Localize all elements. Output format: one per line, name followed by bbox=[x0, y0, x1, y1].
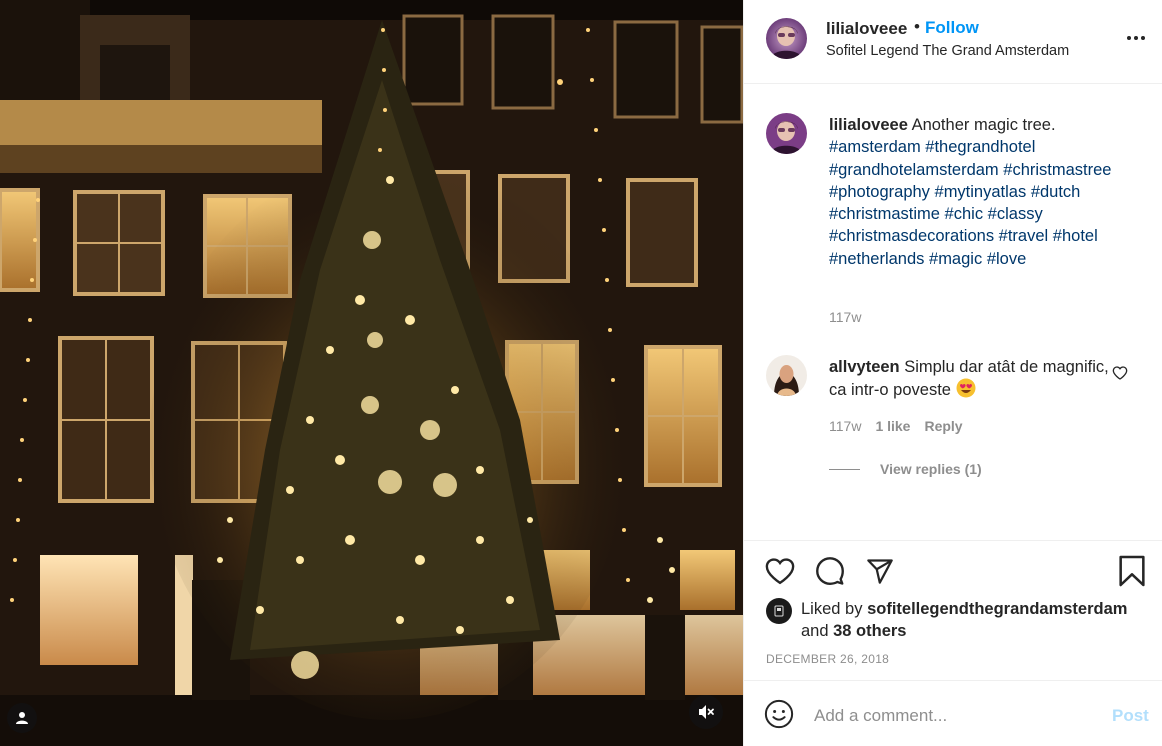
comment-input[interactable] bbox=[814, 701, 1084, 731]
user-tag-button[interactable] bbox=[7, 703, 37, 733]
comment-like-button[interactable] bbox=[1112, 365, 1130, 383]
muted-speaker-icon bbox=[699, 705, 714, 719]
view-replies-button[interactable]: View replies (1) bbox=[829, 461, 982, 477]
hashtag[interactable]: #thegrandhotel bbox=[925, 138, 1035, 156]
hashtag[interactable]: #christmastime bbox=[829, 205, 940, 223]
add-comment-bar: Post bbox=[744, 680, 1162, 746]
heart-eyes-emoji-icon bbox=[956, 378, 976, 398]
post-media[interactable] bbox=[0, 0, 743, 746]
comment-text: allvyteen Simplu dar atât de magnific, c… bbox=[829, 356, 1109, 402]
comment-username[interactable]: allvyteen bbox=[829, 358, 900, 376]
christmas-tree-photo bbox=[0, 0, 743, 746]
mute-button[interactable] bbox=[689, 695, 723, 729]
more-options-button[interactable] bbox=[1124, 28, 1148, 48]
comment-icon bbox=[816, 557, 844, 585]
liked-by-and: and bbox=[801, 622, 829, 641]
liker-avatar[interactable] bbox=[766, 598, 792, 624]
avatar[interactable] bbox=[766, 18, 807, 59]
hashtag[interactable]: #christmastree bbox=[1003, 161, 1111, 179]
share-icon bbox=[867, 559, 893, 584]
comment-like-count[interactable]: 1 like bbox=[875, 418, 910, 434]
hashtag[interactable]: #mytinyatlas bbox=[935, 183, 1027, 201]
hashtag[interactable]: #travel bbox=[999, 227, 1049, 245]
caption-avatar[interactable] bbox=[766, 113, 807, 154]
header-username[interactable]: lilialoveee bbox=[826, 19, 907, 39]
hashtag[interactable]: #chic bbox=[945, 205, 984, 223]
caption-username[interactable]: lilialoveee bbox=[829, 116, 908, 134]
reply-button[interactable]: Reply bbox=[924, 418, 962, 434]
more-horizontal-icon bbox=[1127, 36, 1145, 40]
bookmark-icon bbox=[1119, 555, 1145, 587]
hashtag[interactable]: #christmasdecorations bbox=[829, 227, 994, 245]
user-tag-icon bbox=[16, 712, 28, 724]
comment-timestamp[interactable]: 117w bbox=[829, 418, 861, 434]
hashtag[interactable]: #grandhotelamsterdam bbox=[829, 161, 999, 179]
heart-icon bbox=[765, 558, 795, 585]
comment-meta: 117w 1 like Reply bbox=[829, 418, 963, 434]
follow-button[interactable]: Follow bbox=[925, 18, 979, 38]
profile-photo-icon bbox=[766, 355, 807, 396]
post-comment-button[interactable]: Post bbox=[1112, 706, 1149, 726]
divider bbox=[829, 468, 860, 470]
hashtag[interactable]: #love bbox=[987, 250, 1026, 268]
hashtag[interactable]: #classy bbox=[988, 205, 1043, 223]
smile-icon bbox=[764, 699, 794, 729]
post-side-panel: lilialoveee • Follow Sofitel Legend The … bbox=[743, 0, 1162, 746]
hashtag-list: #amsterdam #thegrandhotel #grandhotelams… bbox=[829, 138, 1111, 267]
liked-by-text: Liked by sofitellegendthegrandamsterdam … bbox=[801, 598, 1151, 643]
liked-by-others[interactable]: 38 others bbox=[833, 622, 906, 640]
hashtag[interactable]: #dutch bbox=[1031, 183, 1081, 201]
location-link[interactable]: Sofitel Legend The Grand Amsterdam bbox=[826, 43, 1069, 59]
hashtag[interactable]: #amsterdam bbox=[829, 138, 921, 156]
caption-timestamp[interactable]: 117w bbox=[829, 309, 861, 325]
comment-button[interactable] bbox=[814, 555, 846, 587]
caption-text: lilialoveee Another magic tree. #amsterd… bbox=[829, 114, 1129, 270]
profile-photo-icon bbox=[766, 113, 807, 154]
profile-photo-icon bbox=[766, 18, 807, 59]
post-header: lilialoveee • Follow Sofitel Legend The … bbox=[744, 0, 1162, 84]
header-separator: • bbox=[914, 17, 920, 36]
post-date[interactable]: DECEMBER 26, 2018 bbox=[766, 652, 889, 666]
hashtag[interactable]: #magic bbox=[929, 250, 982, 268]
heart-icon bbox=[1112, 366, 1128, 380]
liked-by-prefix: Liked by bbox=[801, 600, 863, 618]
caption-body: Another magic tree. bbox=[911, 116, 1056, 134]
emoji-button[interactable] bbox=[764, 699, 796, 731]
hashtag[interactable]: #hotel bbox=[1053, 227, 1098, 245]
share-button[interactable] bbox=[864, 555, 896, 587]
hashtag[interactable]: #netherlands bbox=[829, 250, 924, 268]
save-button[interactable] bbox=[1116, 555, 1148, 587]
comment-avatar[interactable] bbox=[766, 355, 807, 396]
hashtag[interactable]: #photography bbox=[829, 183, 930, 201]
like-button[interactable] bbox=[764, 555, 796, 587]
view-replies-label: View replies (1) bbox=[880, 461, 982, 477]
hotel-logo-icon bbox=[774, 605, 784, 617]
liked-by-user[interactable]: sofitellegendthegrandamsterdam bbox=[867, 600, 1127, 618]
